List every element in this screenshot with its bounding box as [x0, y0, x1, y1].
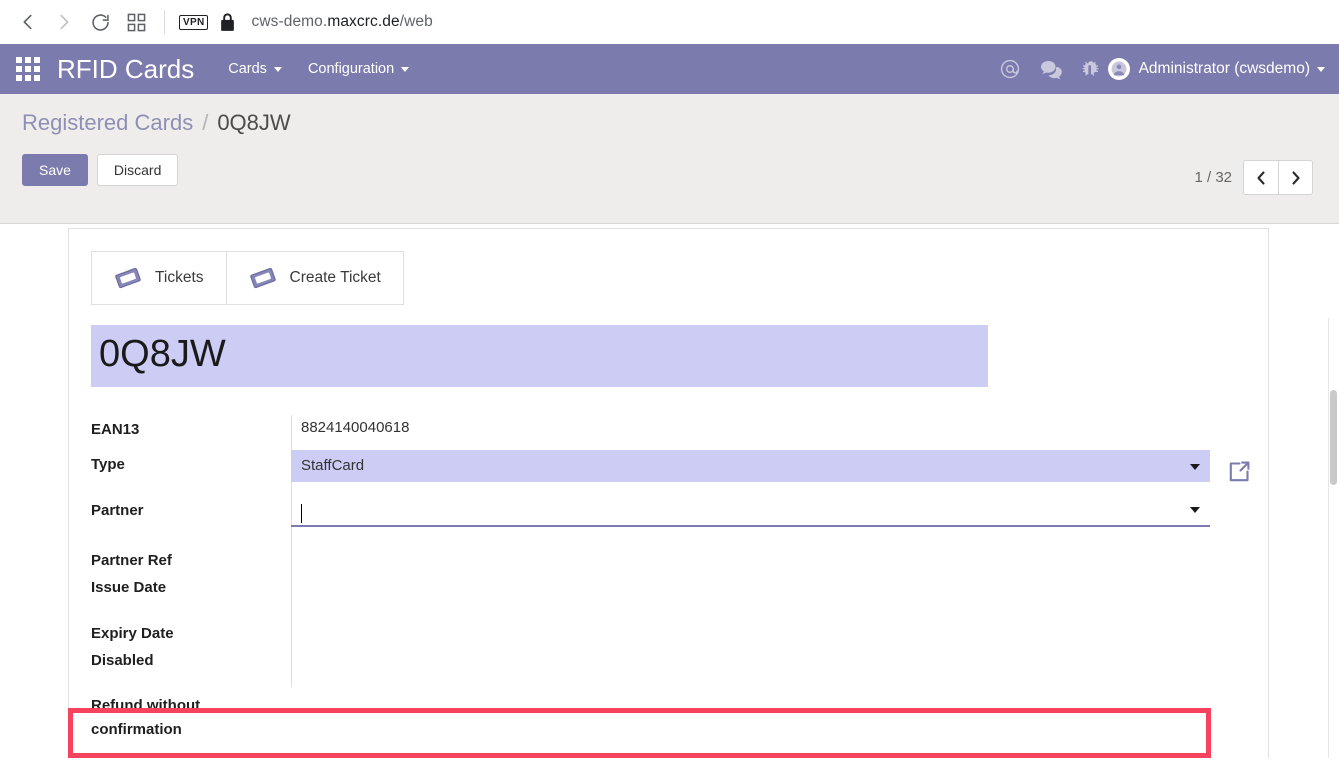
- field-row-refund-without-confirmation: Refund without confirmation: [91, 692, 1246, 742]
- navbar-menu-configuration[interactable]: Configuration: [307, 61, 410, 77]
- stat-button-create-ticket[interactable]: Create Ticket: [225, 252, 403, 304]
- field-label-type: Type: [91, 455, 125, 473]
- external-link-icon[interactable]: [1226, 459, 1252, 490]
- browser-tab-grid-icon[interactable]: [118, 4, 154, 40]
- breadcrumb-item-current: 0Q8JW: [217, 110, 291, 135]
- form-field-group: EAN13 8824140040618 Type StaffCard Partn…: [91, 414, 1250, 742]
- mention-icon[interactable]: [999, 58, 1021, 80]
- navbar-menu-cards[interactable]: Cards: [228, 61, 282, 77]
- breadcrumb-item-registered-cards[interactable]: Registered Cards: [22, 110, 193, 136]
- field-row-ean13: EAN13 8824140040618: [91, 415, 1246, 442]
- field-spacer: [91, 673, 1246, 692]
- field-value-ean13[interactable]: 8824140040618: [291, 415, 1246, 440]
- navbar-menu-cards-label: Cards: [228, 61, 267, 77]
- field-spacer: [91, 527, 1246, 546]
- scrollbar-thumb[interactable]: [1330, 390, 1337, 485]
- lock-icon[interactable]: [220, 13, 235, 31]
- partner-input[interactable]: [291, 496, 1210, 527]
- text-cursor: [301, 503, 302, 523]
- field-row-partner-ref: Partner Ref: [91, 546, 1246, 573]
- type-select-value: StaffCard: [301, 456, 365, 474]
- apps-grid-icon[interactable]: [16, 57, 40, 81]
- user-menu[interactable]: Administrator (cwsdemo): [1107, 58, 1325, 80]
- discard-button[interactable]: Discard: [96, 154, 179, 186]
- ticket-icon: [114, 266, 142, 290]
- field-value-partner-wrap: [291, 496, 1246, 527]
- user-menu-label: Administrator (cwsdemo): [1138, 60, 1310, 77]
- pager-count: 1 / 32: [1194, 169, 1232, 186]
- ticket-icon: [249, 266, 277, 290]
- navbar-right-section: Administrator (cwsdemo): [999, 58, 1325, 80]
- form-content-area: Tickets Create Ticket 0Q8JW EAN13 882414…: [0, 224, 1339, 758]
- stat-button-tickets[interactable]: Tickets: [92, 252, 226, 304]
- chevron-down-icon[interactable]: [1190, 506, 1200, 513]
- browser-forward-icon[interactable]: [46, 4, 82, 40]
- browser-reload-icon[interactable]: [82, 4, 118, 40]
- address-bar[interactable]: cws-demo.maxcrc.de/web: [251, 13, 432, 31]
- chevron-down-icon: [1190, 463, 1200, 470]
- save-button[interactable]: Save: [22, 154, 88, 186]
- field-row-expiry-date: Expiry Date: [91, 619, 1246, 646]
- pager-previous-button[interactable]: [1243, 160, 1278, 195]
- field-label-expiry-date: Expiry Date: [91, 624, 174, 642]
- page-scrollbar[interactable]: [1328, 318, 1337, 758]
- url-path: /web: [399, 13, 433, 30]
- record-sheet: Tickets Create Ticket 0Q8JW EAN13 882414…: [68, 228, 1269, 758]
- url-prefix: cws-demo.: [251, 13, 328, 30]
- app-brand-title[interactable]: RFID Cards: [57, 54, 194, 85]
- breadcrumb-separator: /: [202, 110, 209, 135]
- field-row-issue-date: Issue Date: [91, 573, 1246, 600]
- record-name-input[interactable]: 0Q8JW: [91, 325, 988, 387]
- app-navbar: RFID Cards Cards Configuration Administr…: [0, 44, 1339, 94]
- pager-next-button[interactable]: [1278, 160, 1313, 195]
- navbar-menu-configuration-label: Configuration: [307, 61, 395, 77]
- messages-icon[interactable]: [1040, 59, 1063, 80]
- browser-toolbar: VPN cws-demo.maxcrc.de/web: [0, 0, 1339, 44]
- breadcrumb: Registered Cards / 0Q8JW: [22, 94, 1317, 136]
- debug-bug-icon[interactable]: [1082, 60, 1100, 79]
- vpn-badge: VPN: [179, 14, 209, 30]
- stat-button-tickets-label: Tickets: [155, 269, 204, 286]
- field-label-ean13: EAN13: [91, 420, 140, 438]
- toolbar-divider: [164, 10, 165, 34]
- field-label-refund-without-confirmation: Refund without confirmation: [91, 696, 201, 738]
- field-spacer: [91, 600, 1246, 619]
- chevron-down-icon: [1317, 66, 1325, 72]
- record-pager: 1 / 32: [1194, 160, 1313, 195]
- field-label-issue-date: Issue Date: [91, 578, 167, 596]
- chevron-down-icon: [401, 66, 410, 72]
- field-value-type-wrap: StaffCard: [291, 449, 1246, 482]
- field-row-disabled: Disabled: [91, 646, 1246, 673]
- control-panel: Registered Cards / 0Q8JW Save Discard 1 …: [0, 94, 1339, 224]
- field-row-partner: Partner: [91, 496, 1246, 527]
- browser-back-icon[interactable]: [10, 4, 46, 40]
- avatar: [1107, 58, 1130, 80]
- record-title-wrapper: 0Q8JW: [91, 325, 1246, 387]
- url-domain: maxcrc.de: [327, 13, 400, 30]
- record-action-buttons: Save Discard: [22, 154, 1317, 186]
- field-label-disabled: Disabled: [91, 651, 154, 669]
- type-select[interactable]: StaffCard: [291, 449, 1210, 482]
- chevron-down-icon: [273, 66, 282, 72]
- scrollbar-track[interactable]: [1328, 318, 1337, 758]
- field-label-partner-ref: Partner Ref: [91, 551, 172, 569]
- field-row-type: Type StaffCard: [91, 449, 1246, 482]
- stat-button-create-ticket-label: Create Ticket: [289, 269, 381, 286]
- field-label-partner: Partner: [91, 501, 144, 519]
- stat-button-box: Tickets Create Ticket: [91, 251, 404, 305]
